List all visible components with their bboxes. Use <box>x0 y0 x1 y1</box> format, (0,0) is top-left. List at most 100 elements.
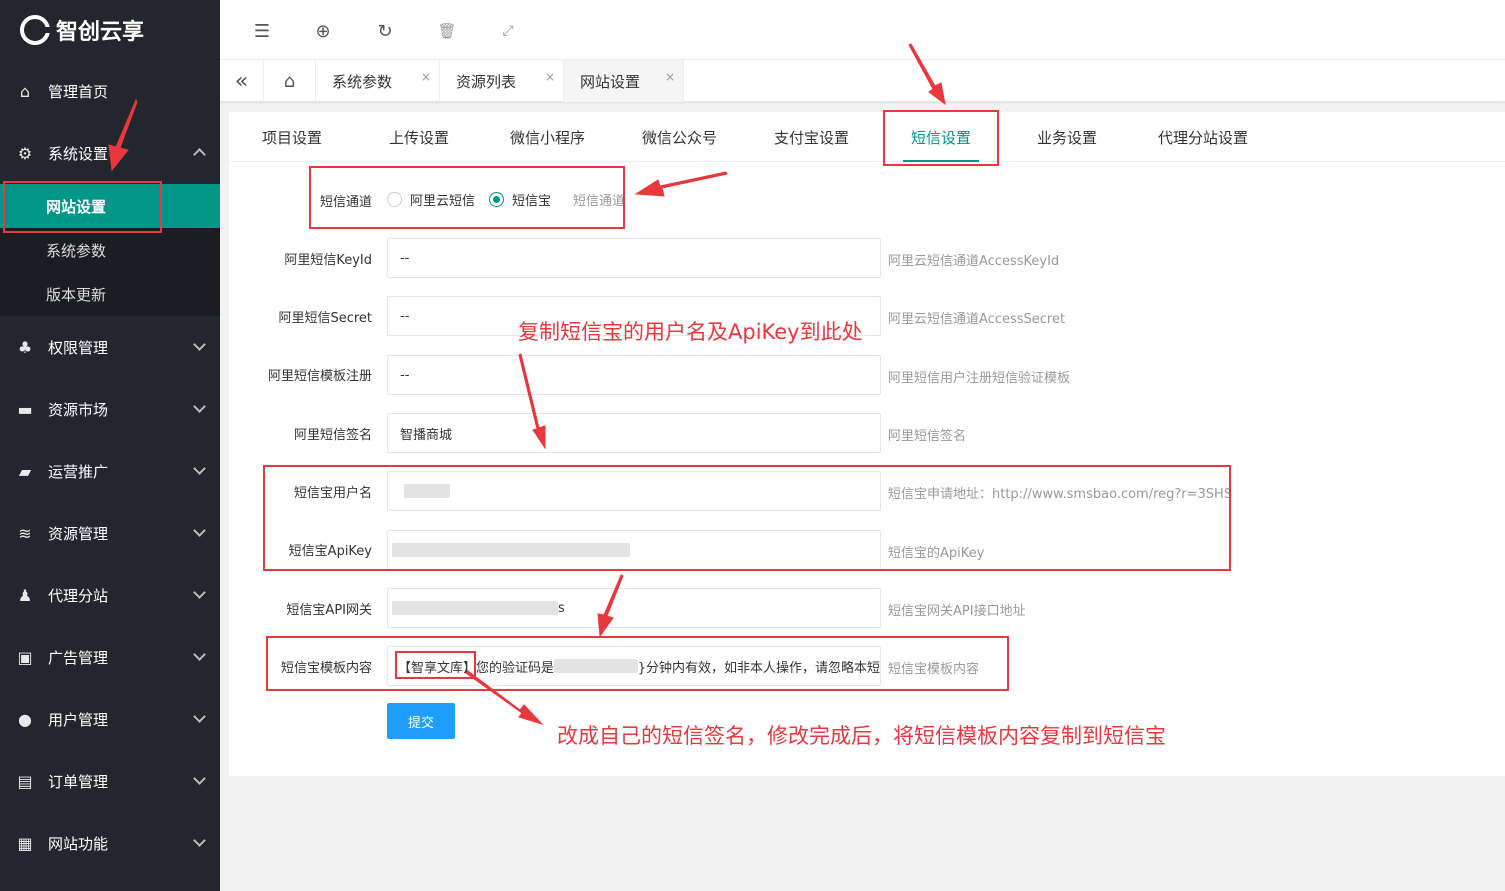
tab-website-settings[interactable]: 网站设置 × <box>564 60 684 102</box>
annotation-sign-note: 改成自己的短信签名，修改完成后，将短信模板内容复制到短信宝 <box>557 724 1166 748</box>
close-icon[interactable]: × <box>545 70 555 84</box>
trash-icon[interactable]: 🗑 <box>436 20 458 42</box>
logo-icon <box>20 15 50 45</box>
sidebar-item-orders[interactable]: ▤ 订单管理 <box>0 750 220 812</box>
gateway-value-suffix: s <box>558 600 565 616</box>
fullscreen-icon[interactable]: ⤢ <box>497 20 519 42</box>
sidebar-item-promotion[interactable]: ▰ 运营推广 <box>0 440 220 502</box>
sidebar-item-label: 广告管理 <box>48 648 109 667</box>
ali-keyid-label: 阿里短信KeyId <box>284 253 372 268</box>
sidebar-item-label: 权限管理 <box>48 338 109 357</box>
logo[interactable]: 智创云享 <box>0 0 220 60</box>
redacted-value <box>392 601 558 615</box>
page-tabs-bar: « ⌂ 系统参数 × 资源列表 × 网站设置 × <box>220 60 1505 102</box>
submit-button[interactable]: 提交 <box>387 703 455 739</box>
tab-alipay-settings[interactable]: 支付宝设置 <box>774 112 849 162</box>
sidebar-item-permissions[interactable]: ♣ 权限管理 <box>0 316 220 378</box>
ali-sign-input[interactable]: 智播商城 <box>387 413 881 453</box>
market-icon: ▬ <box>17 399 33 419</box>
tab-label: 系统参数 <box>332 72 393 91</box>
annotation-box-website-settings <box>3 181 162 233</box>
chevron-down-icon <box>193 710 206 723</box>
sidebar-item-ads[interactable]: ▣ 广告管理 <box>0 626 220 688</box>
tab-resource-list[interactable]: 资源列表 × <box>440 60 564 102</box>
chevron-down-icon <box>193 400 206 413</box>
gear-icon: ⚙ <box>17 143 33 163</box>
annotation-box-sms-tab <box>883 110 999 166</box>
annotation-box-sms-channel <box>309 166 625 229</box>
logo-text: 智创云享 <box>56 20 145 45</box>
refresh-icon[interactable]: ↻ <box>374 20 396 42</box>
chevron-down-icon <box>193 524 206 537</box>
sidebar-item-resource-market[interactable]: ▬ 资源市场 <box>0 378 220 440</box>
annotation-box-smsbao-credentials <box>263 465 1231 571</box>
layers-icon: ≋ <box>18 523 32 543</box>
home-icon: ⌂ <box>19 81 31 101</box>
tab-project-settings[interactable]: 项目设置 <box>262 112 322 162</box>
sidebar-item-label: 用户管理 <box>48 710 109 729</box>
chevron-down-icon <box>193 648 206 661</box>
ad-icon: ▣ <box>17 647 33 667</box>
ali-template-hint: 阿里短信用户注册短信验证模板 <box>888 371 1071 386</box>
sidebar-item-users[interactable]: ● 用户管理 <box>0 688 220 750</box>
chevron-down-icon <box>193 338 206 351</box>
settings-tabs: 项目设置 上传设置 微信小程序 微信公众号 支付宝设置 短信设置 业务设置 代理… <box>229 112 1505 162</box>
chevron-down-icon <box>193 834 206 847</box>
ali-template-input[interactable]: -- <box>387 355 881 395</box>
user-icon: ● <box>18 709 32 729</box>
sidebar-item-label: 系统设置 <box>48 144 109 163</box>
ali-keyid-hint: 阿里云短信通道AccessKeyId <box>888 254 1060 269</box>
close-icon[interactable]: × <box>421 70 431 84</box>
home-tab-icon[interactable]: ⌂ <box>264 60 316 102</box>
chevron-down-icon <box>193 586 206 599</box>
sidebar-subitem-system-params[interactable]: 系统参数 <box>0 228 220 272</box>
sidebar-item-label: 网站功能 <box>48 834 109 853</box>
ali-secret-hint: 阿里云短信通道AccessSecret <box>888 312 1066 327</box>
chevron-down-icon <box>193 462 206 475</box>
chevron-down-icon <box>193 772 206 785</box>
sidebar-item-label: 资源管理 <box>48 524 109 543</box>
sidebar-item-site-functions[interactable]: ▦ 网站功能 <box>0 812 220 874</box>
sidebar-item-label: 订单管理 <box>48 772 109 791</box>
tab-business-settings[interactable]: 业务设置 <box>1037 112 1097 162</box>
annotation-copy-note: 复制短信宝的用户名及ApiKey到此处 <box>518 320 863 344</box>
sidebar-item-agent-sites[interactable]: ♟ 代理分站 <box>0 564 220 626</box>
tab-agent-site-settings[interactable]: 代理分站设置 <box>1158 112 1248 162</box>
promotion-icon: ▰ <box>18 461 32 481</box>
close-icon[interactable]: × <box>665 70 675 84</box>
ali-secret-label: 阿里短信Secret <box>278 311 372 326</box>
ali-sign-hint: 阿里短信签名 <box>888 429 967 444</box>
annotation-box-smsbao-template <box>266 636 1009 691</box>
tab-wechat-miniprogram[interactable]: 微信小程序 <box>510 112 585 162</box>
sidebar-item-resource-management[interactable]: ≋ 资源管理 <box>0 502 220 564</box>
ali-keyid-input[interactable]: -- <box>387 238 881 278</box>
agent-icon: ♟ <box>17 585 33 605</box>
sidebar-item-label: 管理首页 <box>48 82 109 101</box>
apps-icon: ▦ <box>17 833 33 853</box>
annotation-box-template-sign <box>395 651 476 679</box>
permission-icon: ♣ <box>17 337 33 357</box>
chevron-up-icon <box>193 148 206 161</box>
tab-label: 网站设置 <box>580 72 641 91</box>
sidebar-item-home[interactable]: ⌂ 管理首页 <box>0 60 220 122</box>
tab-system-params[interactable]: 系统参数 × <box>316 60 440 102</box>
sidebar-item-system-settings[interactable]: ⚙ 系统设置 <box>0 122 220 184</box>
tab-upload-settings[interactable]: 上传设置 <box>389 112 449 162</box>
ali-template-label: 阿里短信模板注册 <box>267 369 372 384</box>
order-icon: ▤ <box>17 771 33 791</box>
smsbao-gateway-hint: 短信宝网关API接口地址 <box>888 604 1026 619</box>
sidebar-item-label: 代理分站 <box>48 586 109 605</box>
smsbao-gateway-input[interactable]: s <box>387 588 881 628</box>
sidebar-item-label: 运营推广 <box>48 462 109 481</box>
sidebar: 智创云享 ⌂ 管理首页 ⚙ 系统设置 网站设置 系统参数 版本更新 ♣ 权限管理… <box>0 0 220 891</box>
globe-icon[interactable]: ⊕ <box>312 20 334 42</box>
tab-label: 资源列表 <box>456 72 517 91</box>
top-header: ☰ ⊕ ↻ 🗑 ⤢ <box>220 0 1505 60</box>
tabs-scroll-left-icon[interactable]: « <box>220 60 264 102</box>
sidebar-item-label: 资源市场 <box>48 400 109 419</box>
sidebar-subitem-version-update[interactable]: 版本更新 <box>0 272 220 316</box>
tab-wechat-official[interactable]: 微信公众号 <box>642 112 717 162</box>
menu-fold-icon[interactable]: ☰ <box>251 20 273 42</box>
ali-sign-label: 阿里短信签名 <box>293 428 372 443</box>
smsbao-gateway-label: 短信宝API网关 <box>286 603 372 618</box>
